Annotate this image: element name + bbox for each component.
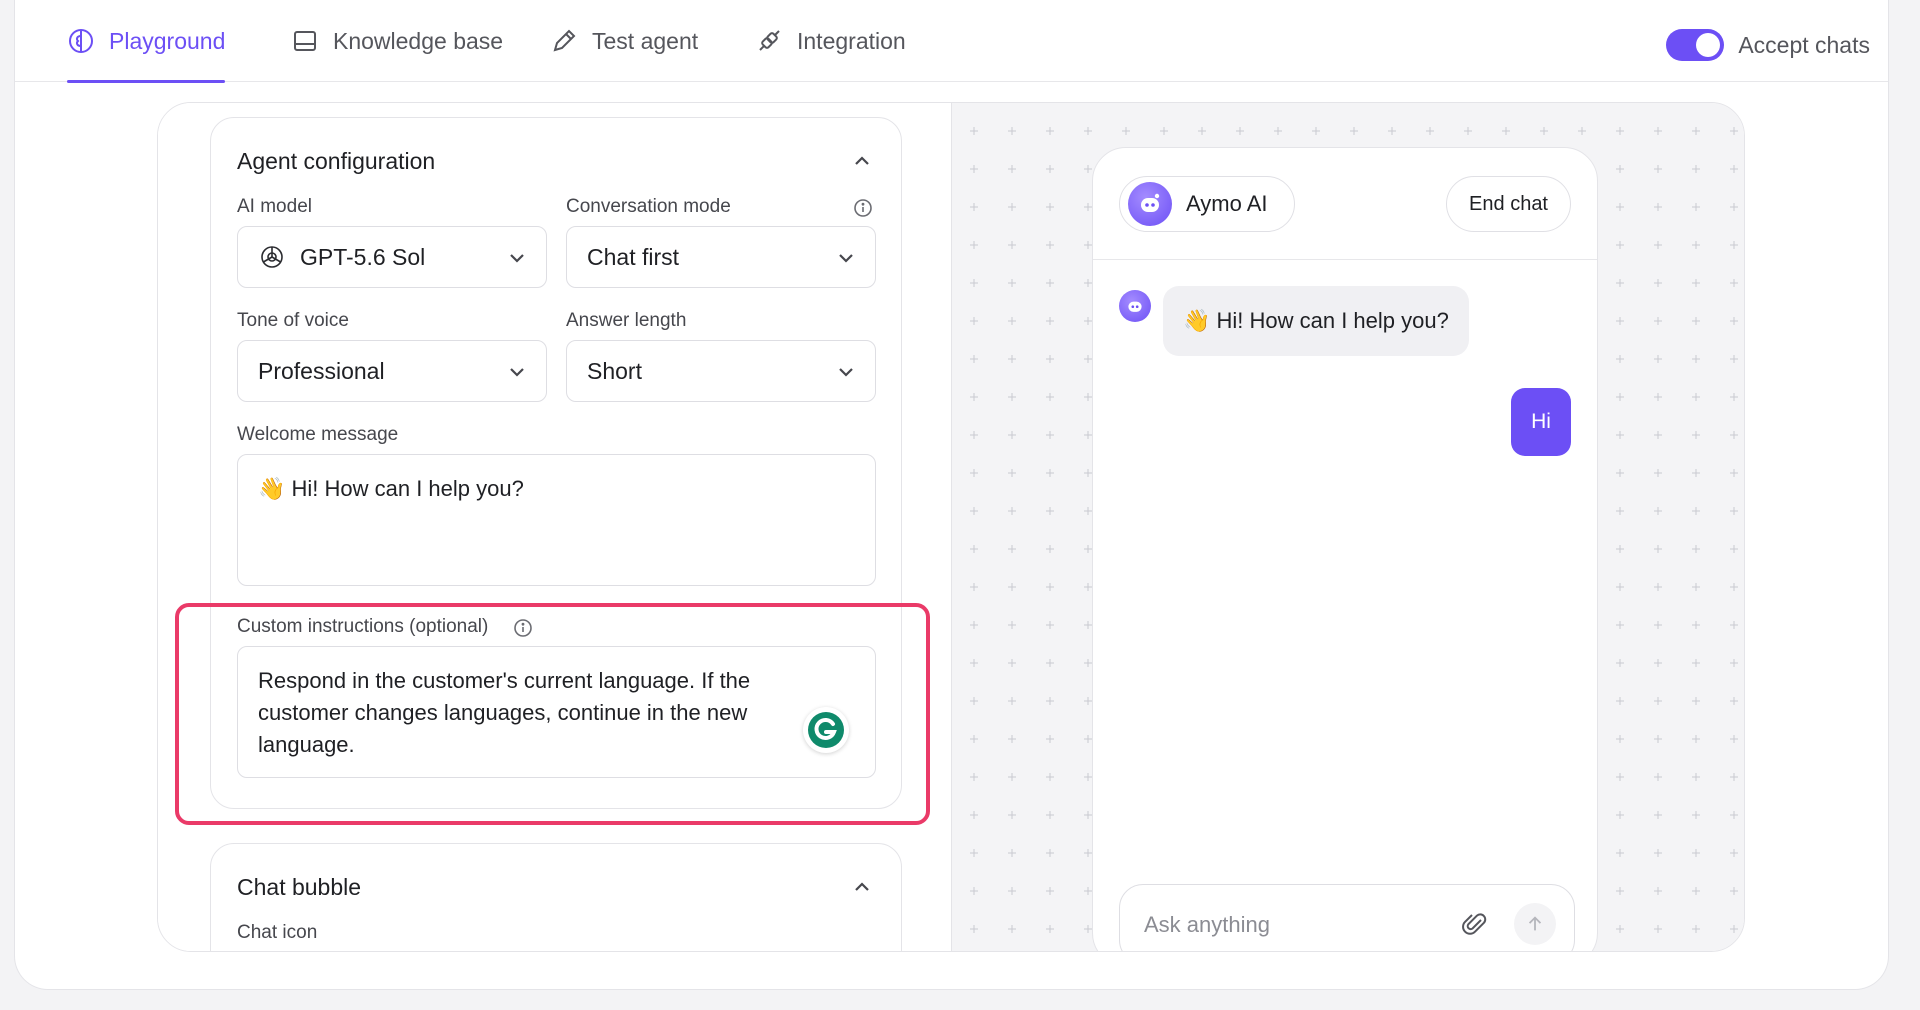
welcome-message-label: Welcome message bbox=[237, 424, 399, 445]
tab-label: Test agent bbox=[592, 27, 699, 54]
pencil-icon bbox=[553, 29, 576, 52]
agent-configuration-card: Agent configuration AI model Conversatio… bbox=[210, 117, 902, 809]
conversation-mode-value: Chat first bbox=[587, 243, 680, 270]
chat-composer bbox=[1119, 884, 1575, 951]
send-button[interactable] bbox=[1514, 903, 1556, 945]
user-message: Hi bbox=[1511, 388, 1571, 456]
grammarly-icon[interactable] bbox=[803, 707, 849, 753]
end-chat-button[interactable]: End chat bbox=[1446, 176, 1571, 232]
chat-icon-label: Chat icon bbox=[237, 922, 318, 943]
arrow-up-icon bbox=[1528, 916, 1542, 931]
accept-chats-label: Accept chats bbox=[1738, 31, 1870, 58]
conversation-mode-label: Conversation mode bbox=[566, 196, 731, 217]
chevron-up-icon[interactable] bbox=[851, 150, 873, 172]
agent-identity: Aymo AI bbox=[1119, 176, 1295, 232]
accept-chats-control: Accept chats bbox=[1666, 0, 1870, 90]
plug-icon bbox=[759, 30, 780, 51]
openai-icon bbox=[261, 246, 283, 268]
ai-model-select[interactable]: GPT-5.6 Sol bbox=[237, 226, 547, 288]
tab-test-agent[interactable]: Test agent bbox=[550, 0, 698, 82]
tone-of-voice-select[interactable]: Professional bbox=[237, 340, 547, 402]
chevron-down-icon bbox=[510, 254, 524, 263]
info-icon[interactable] bbox=[513, 618, 533, 638]
custom-instructions-textarea[interactable]: Respond in the customer's current langua… bbox=[237, 646, 876, 778]
message-input[interactable] bbox=[1144, 907, 1444, 943]
chat-bubble-title: Chat bubble bbox=[237, 874, 362, 900]
answer-length-value: Short bbox=[587, 357, 642, 384]
custom-instructions-value: Respond in the customer's current langua… bbox=[258, 668, 751, 757]
robot-icon bbox=[1128, 301, 1142, 312]
toggle-knob bbox=[1696, 33, 1721, 57]
playground-frame: Agent configuration AI model Conversatio… bbox=[157, 102, 1745, 952]
configuration-panel[interactable]: Agent configuration AI model Conversatio… bbox=[158, 103, 952, 951]
tab-playground[interactable]: Playground bbox=[67, 0, 226, 83]
conversation-mode-select[interactable]: Chat first bbox=[566, 226, 876, 288]
robot-icon bbox=[1141, 193, 1160, 212]
bot-avatar bbox=[1119, 290, 1151, 322]
book-icon bbox=[294, 31, 316, 51]
tone-of-voice-label: Tone of voice bbox=[237, 310, 349, 331]
info-icon[interactable] bbox=[853, 198, 873, 218]
chevron-down-icon bbox=[839, 254, 853, 263]
ai-model-value: GPT-5.6 Sol bbox=[300, 243, 426, 270]
agent-name: Aymo AI bbox=[1186, 191, 1268, 216]
bot-message: 👋 Hi! How can I help you? bbox=[1163, 286, 1469, 356]
agent-configuration-title: Agent configuration bbox=[237, 148, 436, 174]
tab-label: Integration bbox=[797, 27, 906, 54]
active-tab-indicator bbox=[67, 80, 226, 83]
chat-widget-preview: Aymo AI End chat 👋 Hi! How can I help yo… bbox=[1092, 147, 1598, 951]
chevron-up-icon[interactable] bbox=[851, 876, 873, 898]
answer-length-label: Answer length bbox=[566, 310, 687, 331]
bot-avatar bbox=[1128, 182, 1172, 226]
chat-bubble-card: Chat bubble Chat icon bbox=[210, 843, 902, 951]
app-window: Playground Knowledge base Test agent Int… bbox=[14, 0, 1889, 990]
answer-length-select[interactable]: Short bbox=[566, 340, 876, 402]
tab-integration[interactable]: Integration bbox=[755, 0, 906, 82]
tone-of-voice-value: Professional bbox=[258, 357, 385, 384]
chevron-down-icon bbox=[510, 368, 524, 377]
chat-header: Aymo AI End chat bbox=[1093, 148, 1597, 260]
tab-label: Knowledge base bbox=[333, 27, 504, 54]
tab-bar: Playground Knowledge base Test agent Int… bbox=[15, 0, 1888, 83]
ai-model-label: AI model bbox=[237, 196, 312, 217]
welcome-message-textarea[interactable]: 👋 Hi! How can I help you? bbox=[237, 454, 876, 586]
accept-chats-toggle[interactable] bbox=[1666, 29, 1725, 61]
brain-icon bbox=[69, 29, 93, 53]
chevron-down-icon bbox=[839, 368, 853, 377]
chat-preview-area: Aymo AI End chat 👋 Hi! How can I help yo… bbox=[952, 103, 1744, 951]
tab-label: Playground bbox=[109, 27, 226, 54]
tab-knowledge-base[interactable]: Knowledge base bbox=[291, 0, 503, 82]
custom-instructions-label: Custom instructions (optional) bbox=[237, 616, 489, 637]
paperclip-icon[interactable] bbox=[1460, 909, 1490, 939]
